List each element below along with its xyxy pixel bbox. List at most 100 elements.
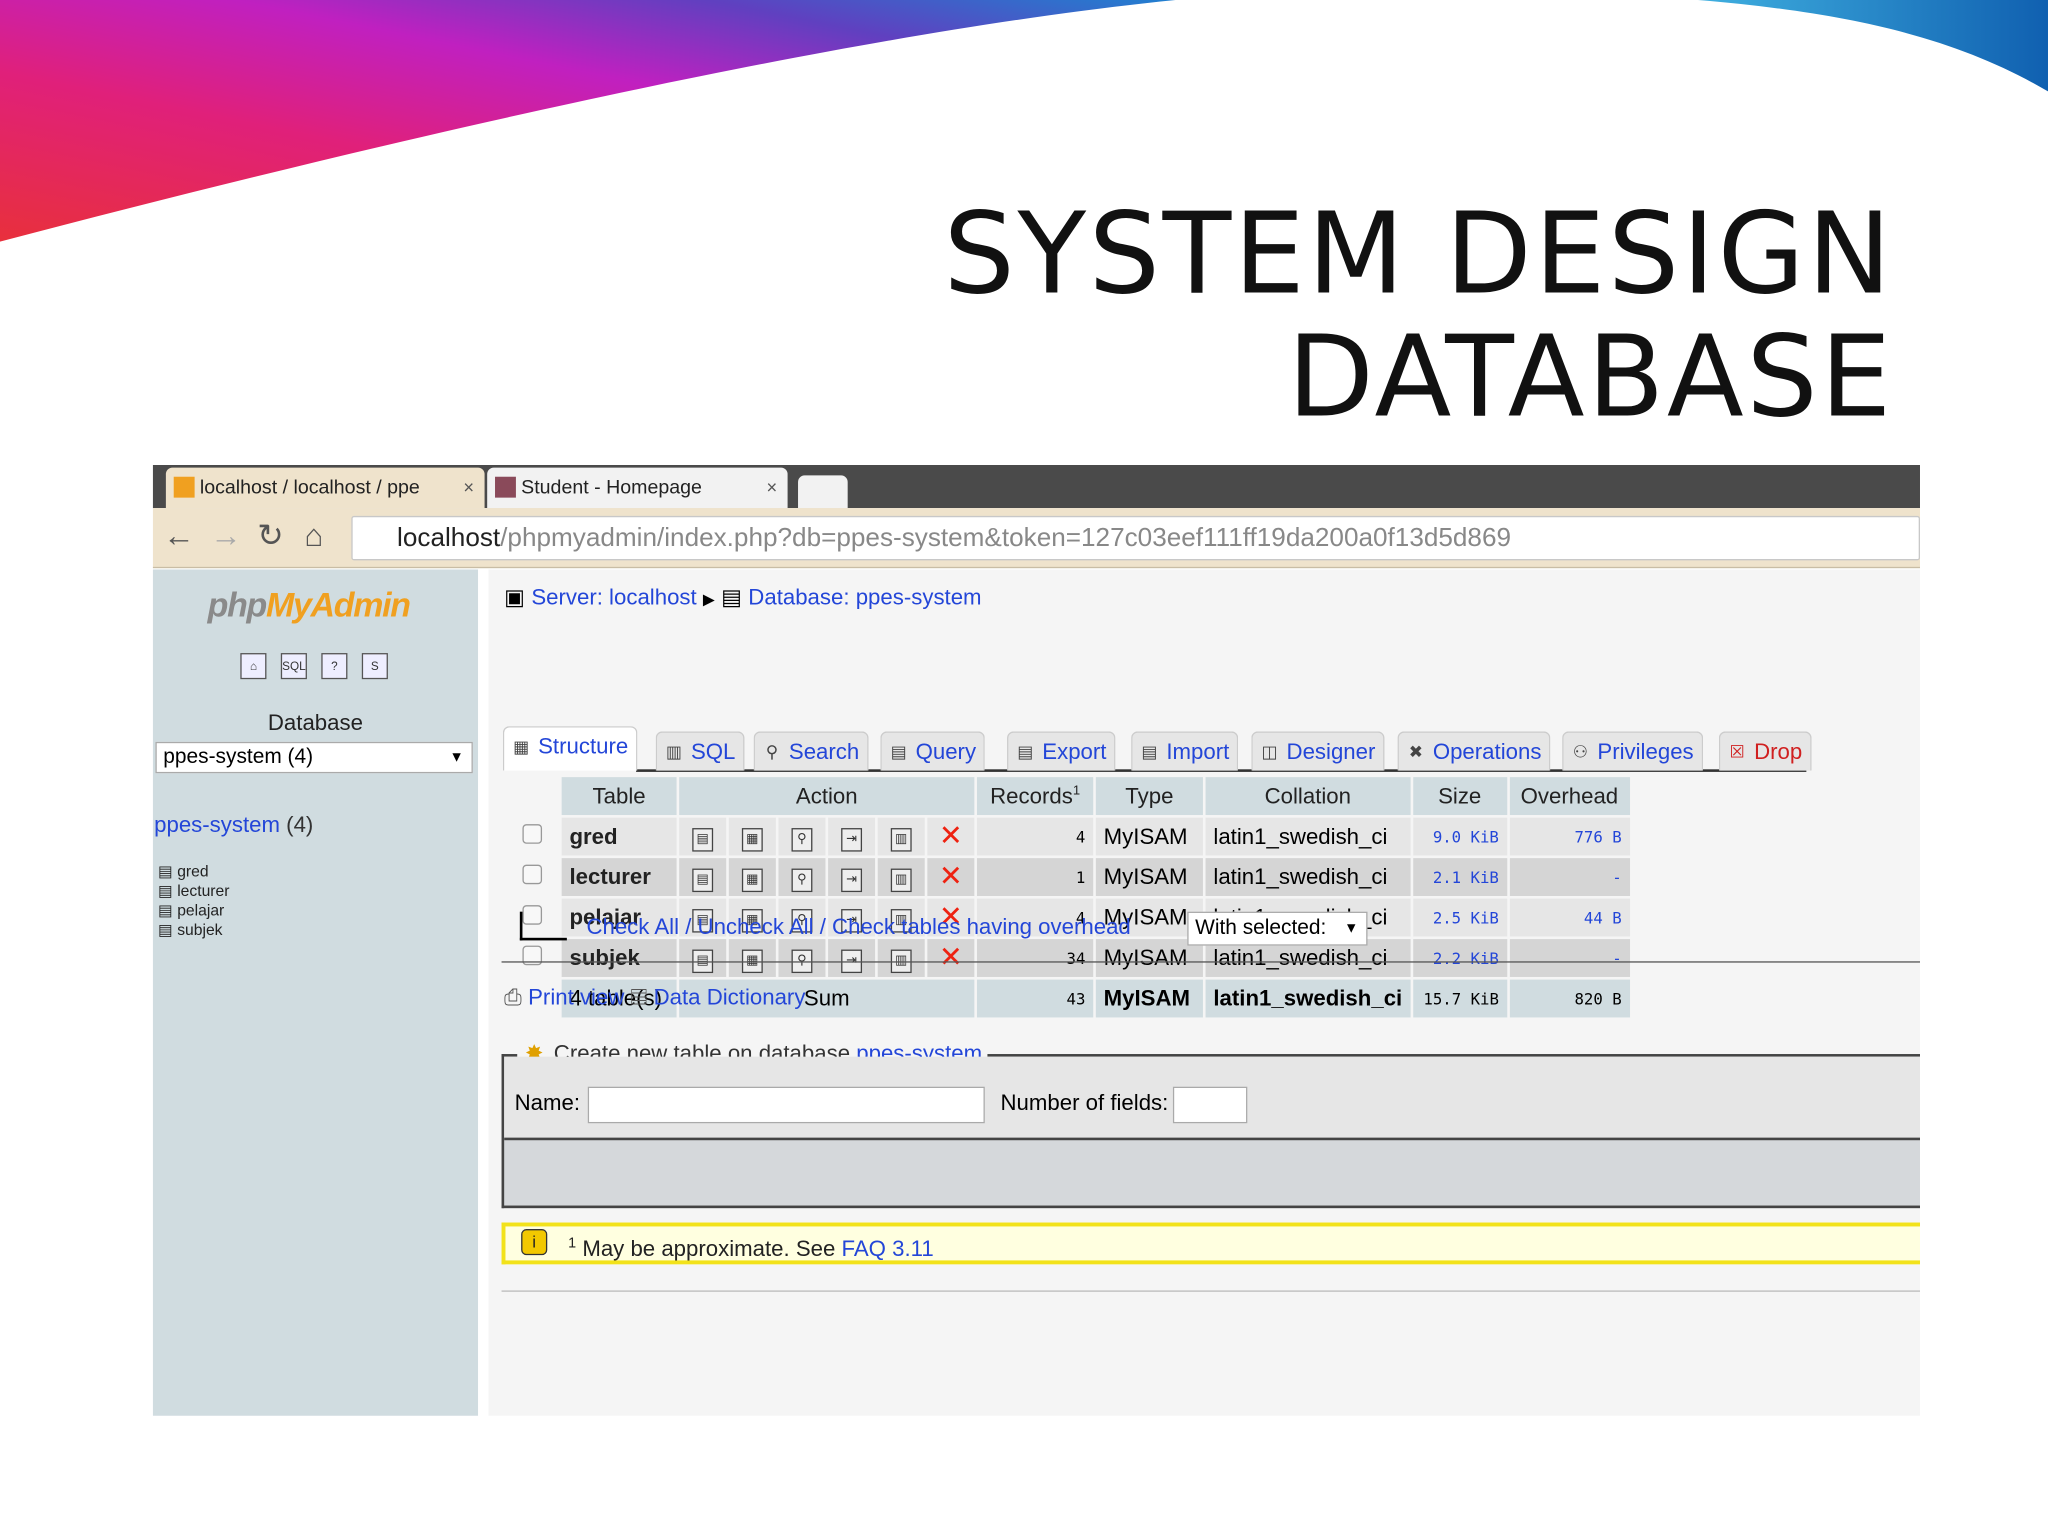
drop-icon[interactable]: ✕ (939, 940, 963, 973)
header-records[interactable]: Records1 (976, 777, 1094, 816)
empty-icon[interactable]: ▥ (890, 867, 912, 892)
reload-icon[interactable]: ↻ (257, 519, 283, 556)
slide: SYSTEM DESIGN DATABASE localhost / local… (0, 0, 2048, 1536)
table-name-link[interactable]: subjek (561, 939, 677, 977)
new-tab-button[interactable] (798, 475, 848, 509)
header-type[interactable]: Type (1095, 777, 1203, 816)
size-cell[interactable]: 2.1 KiB (1412, 858, 1507, 896)
docs-icon[interactable]: S (361, 653, 388, 680)
faq-link[interactable]: FAQ 3.11 (842, 1236, 934, 1261)
check-arrow-icon (519, 911, 567, 941)
header-action: Action (679, 777, 975, 816)
approximation-notice: i 1 May be approximate. See FAQ 3.11 (501, 1222, 1920, 1265)
insert-icon[interactable]: ⇥ (841, 827, 863, 851)
empty-icon[interactable]: ▥ (890, 827, 912, 851)
import-icon: ▤ (1141, 741, 1158, 762)
breadcrumb-database[interactable]: Database: ppes-system (748, 585, 981, 610)
type-cell: MyISAM (1095, 817, 1203, 856)
operations-icon: ✖ (1408, 741, 1423, 762)
export-icon: ▤ (1017, 741, 1034, 762)
table-name-input[interactable] (587, 1086, 985, 1124)
help-icon[interactable]: ? (321, 653, 348, 680)
phpmyadmin-logo[interactable]: phpMyAdmin (208, 585, 411, 625)
table-row: lecturer ▤ ▦ ⚲ ⇥ ▥ ✕ 1 MyISAM latin1_swedish_ci 2.… (504, 858, 1630, 896)
search-icon[interactable]: ⚲ (791, 827, 813, 851)
pma-icon (173, 476, 195, 498)
row-checkbox[interactable] (521, 823, 542, 844)
print-view-link[interactable]: Print view (528, 985, 624, 1010)
drop-icon[interactable]: ✕ (939, 819, 963, 852)
address-bar-row: ← → ↻ ⌂ localhost/phpmyadmin/index.php?d… (152, 508, 1920, 569)
close-tab-icon[interactable]: × (766, 468, 777, 508)
sidebar-table-item[interactable]: ▤ subjek (158, 921, 229, 941)
check-overhead-link[interactable]: Check tables having overhead (832, 914, 1131, 939)
drop-icon[interactable]: ✕ (939, 859, 963, 892)
tab-search[interactable]: ⚲ Search (753, 731, 869, 771)
back-icon[interactable]: ← (163, 519, 194, 556)
with-selected-select[interactable]: With selected: ▼ (1187, 911, 1368, 946)
tab-label: Student - Homepage (521, 476, 702, 499)
structure-icon[interactable]: ▦ (741, 827, 763, 851)
close-tab-icon[interactable]: × (463, 468, 474, 508)
home-icon[interactable]: ⌂ (304, 519, 323, 556)
uncheck-all-link[interactable]: Uncheck All (698, 914, 814, 939)
sidebar-table-item[interactable]: ▤ lecturer (158, 882, 229, 902)
slide-title-line2: DATABASE (1287, 312, 1894, 443)
size-cell[interactable]: 9.0 KiB (1412, 817, 1507, 856)
sum-records: 43 (976, 979, 1094, 1018)
tab-import[interactable]: ▤ Import (1131, 731, 1239, 771)
database-icon: ▤ (721, 585, 743, 610)
tab-export[interactable]: ▤ Export (1007, 731, 1116, 771)
collation-cell: latin1_swedish_ci (1205, 817, 1411, 856)
search-icon[interactable]: ⚲ (791, 867, 813, 892)
size-cell[interactable]: 2.5 KiB (1412, 898, 1507, 937)
records-cell: 4 (976, 817, 1094, 856)
url-input[interactable]: localhost/phpmyadmin/index.php?db=ppes-s… (351, 515, 1920, 561)
tab-structure[interactable]: ▦ Structure (502, 726, 638, 771)
browse-icon[interactable]: ▤ (692, 827, 714, 851)
breadcrumb-server[interactable]: Server: localhost (531, 585, 696, 610)
sidebar-table-item[interactable]: ▤ pelajar (158, 901, 229, 921)
m-icon (495, 476, 516, 498)
database-link[interactable]: ppes-system (4) (154, 812, 313, 838)
sidebar: phpMyAdmin ⌂ SQL ? S Database ppes-syste… (152, 569, 479, 1416)
insert-icon[interactable]: ⇥ (841, 867, 863, 892)
table-name-link[interactable]: gred (561, 817, 677, 856)
sql-query-icon[interactable]: SQL (280, 653, 307, 680)
tab-query[interactable]: ▤ Query (880, 731, 986, 771)
table-name-link[interactable]: lecturer (561, 858, 677, 896)
number-of-fields-input[interactable] (1172, 1086, 1248, 1124)
tab-designer[interactable]: ◫ Designer (1251, 731, 1385, 771)
table-row: gred ▤ ▦ ⚲ ⇥ ▥ ✕ 4 MyISAM latin1_swedish_ci 9.0 Ki… (504, 817, 1630, 856)
structure-table: Table Action Records1 Type Collation Siz… (502, 775, 1633, 1021)
header-collation[interactable]: Collation (1205, 777, 1411, 816)
row-checkbox[interactable] (521, 863, 542, 884)
home-icon[interactable]: ⌂ (240, 653, 267, 680)
header-size[interactable]: Size (1412, 777, 1507, 816)
sum-size: 15.7 KiB (1412, 979, 1507, 1018)
header-overhead[interactable]: Overhead (1509, 777, 1630, 816)
browser-tab-phpmyadmin[interactable]: localhost / localhost / ppe × (165, 467, 485, 509)
size-cell[interactable]: 2.2 KiB (1412, 939, 1507, 977)
database-label: Database (267, 710, 363, 736)
slide-title-line1: SYSTEM DESIGN (943, 189, 1894, 320)
check-all-link[interactable]: Check All (586, 914, 679, 939)
drop-icon: ☒ (1729, 741, 1745, 762)
browse-icon[interactable]: ▤ (692, 867, 714, 892)
tab-sql[interactable]: ▥ SQL (655, 731, 745, 771)
privileges-icon: ⚇ (1572, 741, 1589, 762)
tab-drop[interactable]: ☒ Drop (1718, 731, 1812, 771)
database-select[interactable]: ppes-system (4) ▼ (155, 741, 473, 774)
header-table[interactable]: Table (561, 777, 677, 816)
tab-operations[interactable]: ✖ Operations (1397, 731, 1551, 771)
breadcrumb: ▣ Server: localhost ▶ ▤ Database: ppes-s… (504, 585, 981, 611)
tab-privileges[interactable]: ⚇ Privileges (1562, 731, 1703, 771)
data-dictionary-link[interactable]: Data Dictionary (654, 985, 806, 1010)
forward-icon[interactable]: → (210, 519, 241, 556)
browser-tab-student[interactable]: Student - Homepage × (487, 467, 788, 509)
structure-icon[interactable]: ▦ (741, 867, 763, 892)
tab-bar: localhost / localhost / ppe × Student - … (152, 464, 1920, 509)
structure-icon: ▦ (513, 736, 530, 757)
server-icon: ▣ (504, 585, 526, 610)
sidebar-table-item[interactable]: ▤ gred (158, 862, 229, 882)
